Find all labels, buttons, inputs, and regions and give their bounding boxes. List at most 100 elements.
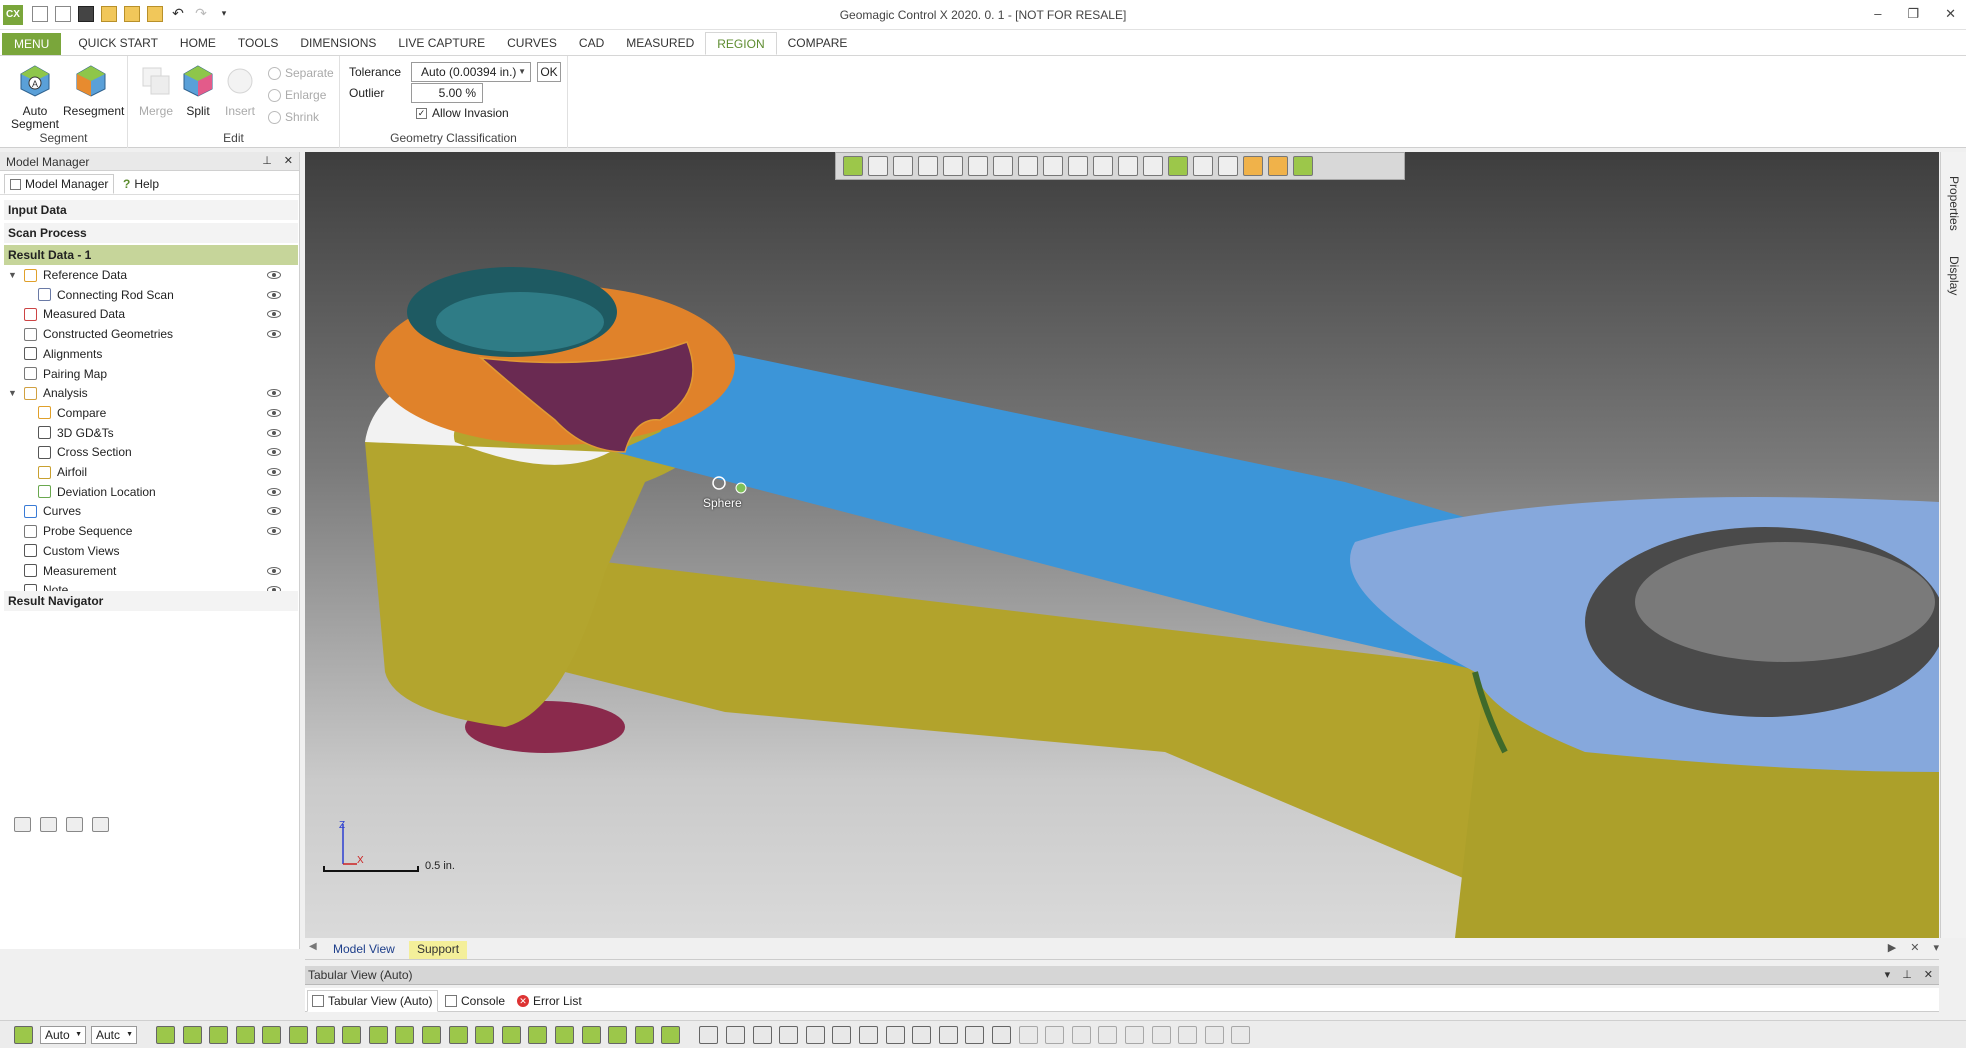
tool-i-icon[interactable]	[1231, 1026, 1251, 1044]
tree-item[interactable]: Curves	[8, 502, 81, 520]
properties-tab[interactable]: Properties	[1947, 176, 1961, 231]
render-mesh-icon[interactable]	[805, 1026, 825, 1044]
render-point-icon[interactable]	[832, 1026, 852, 1044]
separate-button[interactable]: Separate	[268, 66, 334, 80]
tab-support[interactable]: Support	[409, 941, 468, 959]
select-torus-icon[interactable]	[581, 1026, 601, 1044]
view-front-icon[interactable]	[918, 156, 938, 176]
select-sphere-icon[interactable]	[555, 1026, 574, 1044]
select-plane-icon[interactable]	[422, 1026, 441, 1044]
visibility-eye-icon[interactable]	[267, 468, 281, 476]
tree-item[interactable]: Pairing Map	[8, 365, 107, 383]
expand-caret-icon[interactable]: ▼	[8, 266, 18, 284]
allow-invasion-checkbox[interactable]: ✓ Allow Invasion	[416, 106, 509, 120]
pin-icon[interactable]: ⊥	[262, 154, 272, 167]
select-region-icon[interactable]	[235, 1026, 255, 1044]
visibility-eye-icon[interactable]	[267, 448, 281, 457]
tree-item[interactable]: ▼ Reference Data	[8, 266, 127, 284]
visibility-eye-icon[interactable]	[267, 566, 281, 575]
tab-console[interactable]: Console	[441, 990, 509, 1012]
select-point-icon[interactable]	[262, 1026, 282, 1044]
tool-g-icon[interactable]	[1178, 1026, 1198, 1044]
scan-process-section[interactable]: Scan Process	[4, 223, 298, 243]
view-iso-icon[interactable]	[893, 156, 913, 176]
expand-caret-icon[interactable]: ▼	[8, 384, 18, 402]
restore-icon[interactable]: ❐	[1907, 6, 1919, 22]
model-viewport[interactable]: Sphere Z X 0.5 in.	[305, 152, 1939, 938]
display-tab[interactable]: Display	[1947, 256, 1961, 295]
select-feature-icon[interactable]	[368, 1026, 388, 1044]
visibility-eye-icon[interactable]	[267, 507, 281, 516]
line-select-icon[interactable]	[1068, 156, 1088, 176]
select-body-icon[interactable]	[209, 1026, 229, 1044]
render-wire-icon[interactable]	[699, 1026, 719, 1044]
scroll-right-icon[interactable]: ▶	[1888, 941, 1896, 954]
shrink-button[interactable]: Shrink	[268, 110, 319, 124]
filter-combo-1[interactable]: Auto ▼	[40, 1026, 86, 1044]
tool-h-icon[interactable]	[1204, 1026, 1224, 1044]
tab-quick-start[interactable]: QUICK START	[67, 30, 169, 55]
render-curv-icon[interactable]	[885, 1026, 905, 1044]
tool-f-icon[interactable]	[1151, 1026, 1171, 1044]
tool-e-icon[interactable]	[1125, 1026, 1144, 1044]
filter-icon[interactable]	[1293, 156, 1313, 176]
tree-item[interactable]: Deviation Location	[38, 483, 156, 501]
view-split-icon[interactable]	[968, 156, 988, 176]
close-panel-icon[interactable]: ✕	[284, 154, 293, 167]
visibility-eye-icon[interactable]	[267, 271, 281, 279]
paint-select-icon[interactable]	[1193, 156, 1213, 176]
tab-measured[interactable]: MEASURED	[615, 30, 705, 55]
result-data-section[interactable]: Result Data - 1	[4, 245, 298, 265]
tree-item[interactable]: Measurement	[8, 562, 116, 580]
tab-curves[interactable]: CURVES	[496, 30, 568, 55]
tab-region[interactable]: REGION	[705, 32, 777, 55]
tool-c-icon[interactable]	[1071, 1026, 1091, 1044]
visibility-eye-icon[interactable]	[267, 428, 281, 437]
tree-item[interactable]: Alignments	[8, 345, 102, 363]
visibility-eye-icon[interactable]	[267, 290, 281, 299]
tab-menu[interactable]: MENU	[2, 33, 62, 55]
tree-item[interactable]: Probe Sequence	[8, 522, 132, 540]
tab-live-capture[interactable]: LIVE CAPTURE	[387, 30, 496, 55]
view-layout2-icon[interactable]	[1043, 156, 1063, 176]
select-ref-icon[interactable]	[395, 1026, 415, 1044]
tab-cad[interactable]: CAD	[568, 30, 615, 55]
input-data-section[interactable]: Input Data	[4, 200, 298, 220]
tree-item[interactable]: Custom Views	[8, 542, 119, 560]
tree-item[interactable]: Measured Data	[8, 305, 125, 323]
render-solid-icon[interactable]	[752, 1026, 772, 1044]
close-view-icon[interactable]: ✕	[1910, 941, 1919, 954]
tree-item[interactable]: Constructed Geometries	[8, 325, 173, 343]
select-cone-icon[interactable]	[528, 1026, 548, 1044]
select-box-icon[interactable]	[608, 1026, 628, 1044]
tree-item[interactable]: Connecting Rod Scan	[38, 286, 174, 304]
pin-icon[interactable]: ⊥	[1902, 968, 1912, 981]
select-scan-icon[interactable]	[342, 1026, 362, 1044]
view-globe-icon[interactable]	[843, 156, 863, 176]
render-dev-icon[interactable]	[912, 1026, 932, 1044]
resegment-button[interactable]: Resegment	[63, 64, 124, 118]
select-circle-icon[interactable]	[475, 1026, 495, 1044]
brush-select-icon[interactable]	[1143, 156, 1163, 176]
select-cyl-icon[interactable]	[501, 1026, 521, 1044]
visibility-eye-icon[interactable]	[267, 389, 281, 398]
tool-a-icon[interactable]	[1018, 1026, 1038, 1044]
paste-icon[interactable]	[92, 817, 109, 832]
capture-icon[interactable]	[14, 817, 31, 832]
render-y-icon[interactable]	[965, 1026, 985, 1044]
tree-item[interactable]: Cross Section	[38, 443, 132, 461]
tool-d-icon[interactable]	[1098, 1026, 1118, 1044]
view-cube-icon[interactable]	[868, 156, 888, 176]
enlarge-button[interactable]: Enlarge	[268, 88, 326, 102]
selection-mode-icon[interactable]	[14, 1026, 33, 1044]
visibility-eye-icon[interactable]	[267, 487, 281, 496]
select-curve-icon[interactable]	[289, 1026, 308, 1044]
tree-item[interactable]: 3D GD&Ts	[38, 424, 114, 442]
view-layout-icon[interactable]	[1018, 156, 1038, 176]
minimize-icon[interactable]: –	[1874, 6, 1881, 22]
close-icon[interactable]: ✕	[1945, 6, 1956, 22]
select-face-icon[interactable]	[182, 1026, 202, 1044]
render-x-icon[interactable]	[938, 1026, 958, 1044]
capture-alt-icon[interactable]	[40, 817, 57, 832]
tolerance-combo[interactable]: Auto (0.00394 in.) ▼	[411, 62, 531, 82]
